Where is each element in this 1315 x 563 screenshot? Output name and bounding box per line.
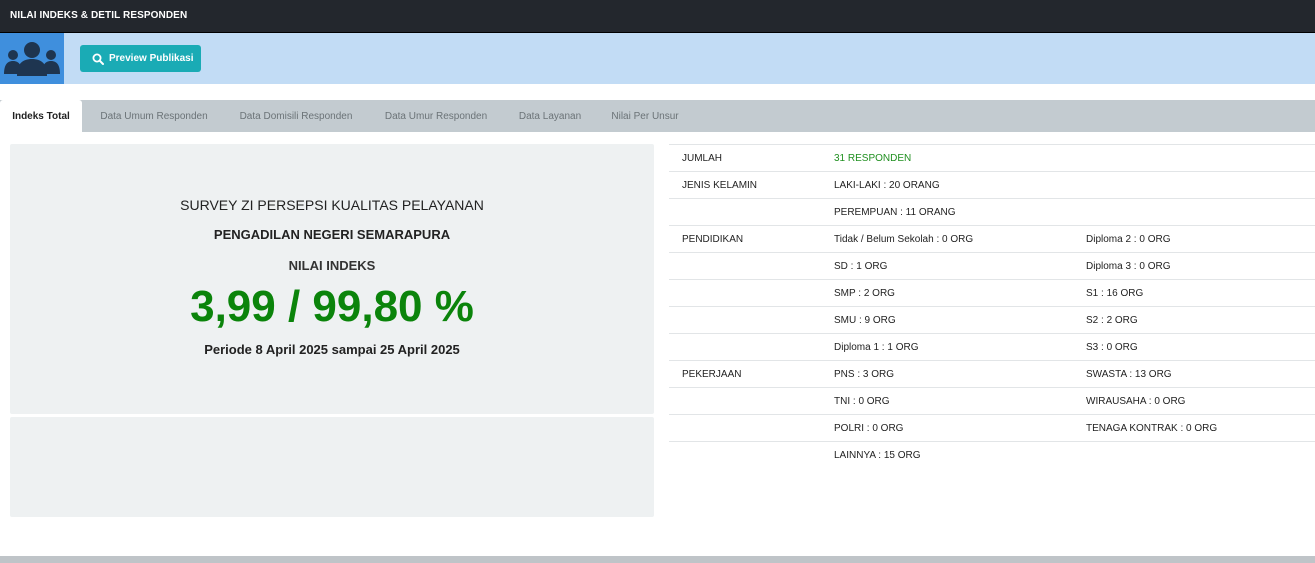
page-title: NILAI INDEKS & DETIL RESPONDEN [10,10,188,21]
table-row: SD : 1 ORG Diploma 3 : 0 ORG [669,252,1315,279]
table-row: TNI : 0 ORG WIRAUSAHA : 0 ORG [669,387,1315,414]
row-value: Diploma 3 : 0 ORG [1086,261,1171,272]
index-value: 3,99 / 99,80 % [190,282,474,331]
row-label: PEKERJAAN [682,369,742,380]
row-value: LAINNYA : 15 ORG [834,450,921,461]
row-value: SMP : 2 ORG [834,288,895,299]
row-value: SWASTA : 13 ORG [1086,369,1172,380]
row-value: POLRI : 0 ORG [834,423,904,434]
table-row: POLRI : 0 ORG TENAGA KONTRAK : 0 ORG [669,414,1315,441]
table-row: SMP : 2 ORG S1 : 16 ORG [669,279,1315,306]
banner: Preview Publikasi [0,33,1315,84]
survey-period: Periode 8 April 2025 sampai 25 April 202… [204,342,460,357]
tab-data-domisili-responden[interactable]: Data Domisili Responden [228,100,364,132]
preview-button-label: Preview Publikasi [109,53,194,64]
tab-nilai-per-unsur[interactable]: Nilai Per Unsur [602,100,688,132]
row-value: SD : 1 ORG [834,261,888,272]
tab-indeks-total[interactable]: Indeks Total [0,100,82,132]
top-bar: NILAI INDEKS & DETIL RESPONDEN [0,0,1315,33]
row-label: JUMLAH [682,153,723,164]
table-row: SMU : 9 ORG S2 : 2 ORG [669,306,1315,333]
row-value: S3 : 0 ORG [1086,342,1138,353]
tab-data-umum-responden[interactable]: Data Umum Responden [88,100,220,132]
table-row: PENDIDIKAN Tidak / Belum Sekolah : 0 ORG… [669,225,1315,252]
row-value: TNI : 0 ORG [834,396,890,407]
table-row: PEREMPUAN : 11 ORANG [669,198,1315,225]
row-value: WIRAUSAHA : 0 ORG [1086,396,1186,407]
table-row: PEKERJAAN PNS : 3 ORG SWASTA : 13 ORG [669,360,1315,387]
row-value: S1 : 16 ORG [1086,288,1144,299]
row-value: PNS : 3 ORG [834,369,895,380]
row-value: Tidak / Belum Sekolah : 0 ORG [834,234,974,245]
table-row: LAINNYA : 15 ORG [669,441,1315,468]
row-label: JENIS KELAMIN [682,180,758,191]
bottom-border [0,556,1315,563]
row-label: PENDIDIKAN [682,234,744,245]
table-row: JENIS KELAMIN LAKI-LAKI : 20 ORANG [669,171,1315,198]
table-row: JUMLAH 31 RESPONDEN [669,144,1315,171]
row-value: PEREMPUAN : 11 ORANG [834,207,956,218]
index-label: NILAI INDEKS [288,258,376,273]
tab-data-layanan[interactable]: Data Layanan [508,100,592,132]
index-summary-panel: SURVEY ZI PERSEPSI KUALITAS PELAYANAN PE… [10,144,654,414]
row-value: SMU : 9 ORG [834,315,896,326]
users-icon [0,33,64,84]
summary-panel-footer [10,417,654,517]
row-value: S2 : 2 ORG [1086,315,1138,326]
search-icon [92,53,104,65]
respondent-count: 31 RESPONDEN [834,153,912,164]
survey-title: SURVEY ZI PERSEPSI KUALITAS PELAYANAN [180,197,484,213]
row-value: TENAGA KONTRAK : 0 ORG [1086,423,1218,434]
preview-publication-button[interactable]: Preview Publikasi [80,45,201,72]
court-name: PENGADILAN NEGERI SEMARAPURA [213,227,451,242]
respondent-details-table: JUMLAH 31 RESPONDEN JENIS KELAMIN LAKI-L… [669,144,1315,468]
row-value: Diploma 2 : 0 ORG [1086,234,1171,245]
row-value: Diploma 1 : 1 ORG [834,342,919,353]
table-row: Diploma 1 : 1 ORG S3 : 0 ORG [669,333,1315,360]
row-value: LAKI-LAKI : 20 ORANG [834,180,940,191]
tab-bar: Indeks Total Data Umum Responden Data Do… [0,100,1315,132]
tab-data-umur-responden[interactable]: Data Umur Responden [374,100,498,132]
